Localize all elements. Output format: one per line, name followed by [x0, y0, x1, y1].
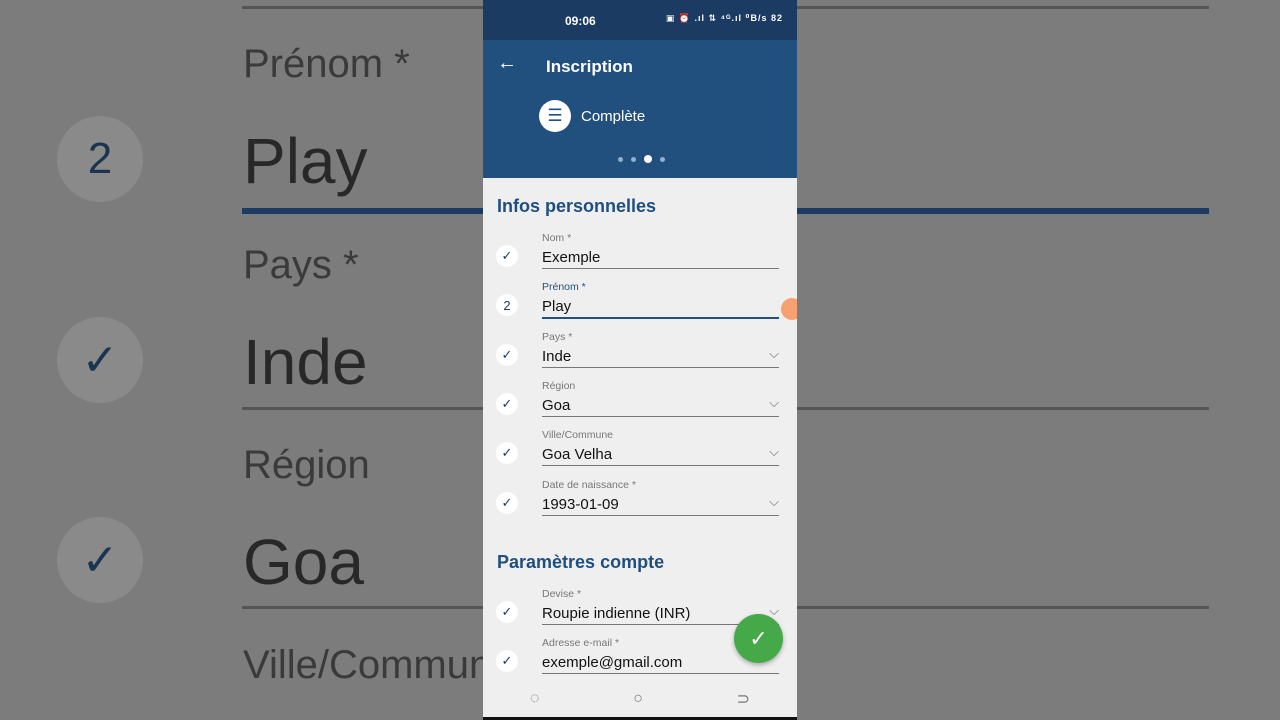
step-label: Complète	[581, 108, 646, 125]
phone-screen: 09:06 ▣ ⏰ .ıl ⇅ ⁴ᴳ.ıl ⁰B/s 82 ← Inscript…	[483, 0, 797, 720]
section-title-personal: Infos personnelles	[497, 196, 657, 216]
field-value[interactable]: Play	[542, 298, 571, 315]
list-icon: ☰	[539, 100, 571, 132]
field-underline	[542, 673, 779, 675]
bg-check-icon: ✓	[57, 517, 143, 603]
check-icon: ✓	[496, 245, 518, 267]
field-value[interactable]: Goa	[542, 397, 570, 414]
field-label: Prénom *	[542, 281, 586, 294]
form-field[interactable]: ✓ Nom * Exemple	[483, 232, 797, 281]
step-dot	[660, 156, 665, 162]
field-label: Nom *	[542, 232, 572, 244]
touch-indicator	[781, 298, 797, 320]
bg-value: Inde	[243, 326, 368, 398]
step-dot	[631, 156, 636, 162]
status-bar: 09:06 ▣ ⏰ .ıl ⇅ ⁴ᴳ.ıl ⁰B/s 82	[483, 0, 797, 40]
bg-check-icon: ✓	[57, 317, 143, 403]
app-header: ← Inscription ☰ Complète	[483, 40, 797, 178]
bg-label: Pays *	[243, 243, 359, 287]
field-underline	[542, 317, 779, 320]
field-value[interactable]: Roupie indienne (INR)	[542, 605, 690, 622]
system-nav-bar: ◌ ○ ⊃	[483, 680, 797, 720]
home-button[interactable]: ○	[633, 690, 643, 708]
field-underline	[542, 268, 779, 269]
check-icon: ✓	[496, 392, 518, 415]
form-field[interactable]: ✓ Pays * Inde ⌵	[483, 331, 797, 380]
field-value[interactable]: Inde	[542, 348, 571, 365]
check-icon: ✓	[496, 650, 518, 673]
back-nav-button[interactable]: ⊃	[737, 689, 750, 709]
bg-label: Ville/Commune	[243, 643, 514, 687]
submit-fab-button[interactable]: ✓	[734, 614, 783, 663]
field-label: Ville/Commune	[542, 429, 614, 442]
field-underline	[542, 366, 779, 368]
chevron-down-icon[interactable]: ⌵	[769, 444, 779, 460]
form-field[interactable]: ✓ Région Goa ⌵	[483, 380, 797, 429]
field-label: Date de naissance *	[542, 478, 636, 491]
chevron-down-icon[interactable]: ⌵	[769, 395, 779, 411]
check-icon: ✓	[496, 442, 518, 465]
status-icons: ▣ ⏰ .ıl ⇅ ⁴ᴳ.ıl ⁰B/s 82	[665, 13, 783, 23]
field-value[interactable]: Exemple	[542, 249, 600, 266]
field-label: Adresse e-mail *	[542, 637, 620, 650]
bg-label: Région	[243, 443, 370, 487]
check-icon: ✓	[496, 343, 518, 366]
status-time: 09:06	[565, 14, 596, 28]
check-icon: ✓	[496, 491, 518, 514]
chevron-down-icon[interactable]: ⌵	[769, 346, 779, 362]
bg-value: Goa	[243, 526, 364, 598]
step-dot	[618, 156, 623, 162]
field-value[interactable]: 1993-01-09	[542, 496, 619, 513]
form-field[interactable]: 2 Prénom * Play	[483, 281, 797, 330]
back-arrow-icon[interactable]: ←	[497, 52, 517, 75]
chevron-down-icon[interactable]: ⌵	[769, 494, 779, 510]
field-label: Région	[542, 379, 576, 392]
step-number-badge: 2	[496, 294, 518, 317]
field-value[interactable]: exemple@gmail.com	[542, 654, 682, 671]
field-underline	[542, 465, 779, 467]
step-indicator	[618, 155, 665, 163]
check-icon: ✓	[496, 601, 518, 623]
recent-apps-button[interactable]: ◌	[530, 690, 540, 708]
field-value[interactable]: Goa Velha	[542, 446, 612, 463]
form-field[interactable]: ✓ Ville/Commune Goa Velha ⌵	[483, 429, 797, 478]
page-title: Inscription	[546, 57, 633, 76]
section-title-account: Paramètres compte	[497, 552, 665, 572]
field-label: Devise *	[542, 588, 582, 600]
field-underline	[542, 514, 779, 516]
bg-step-badge: 2	[57, 116, 143, 202]
bg-label: Prénom *	[243, 42, 410, 86]
field-underline	[542, 415, 779, 417]
step-dot-active	[644, 155, 652, 163]
bg-value: Play	[243, 125, 368, 197]
form-field[interactable]: ✓ Date de naissance * 1993-01-09 ⌵	[483, 479, 797, 528]
field-label: Pays *	[542, 330, 573, 343]
